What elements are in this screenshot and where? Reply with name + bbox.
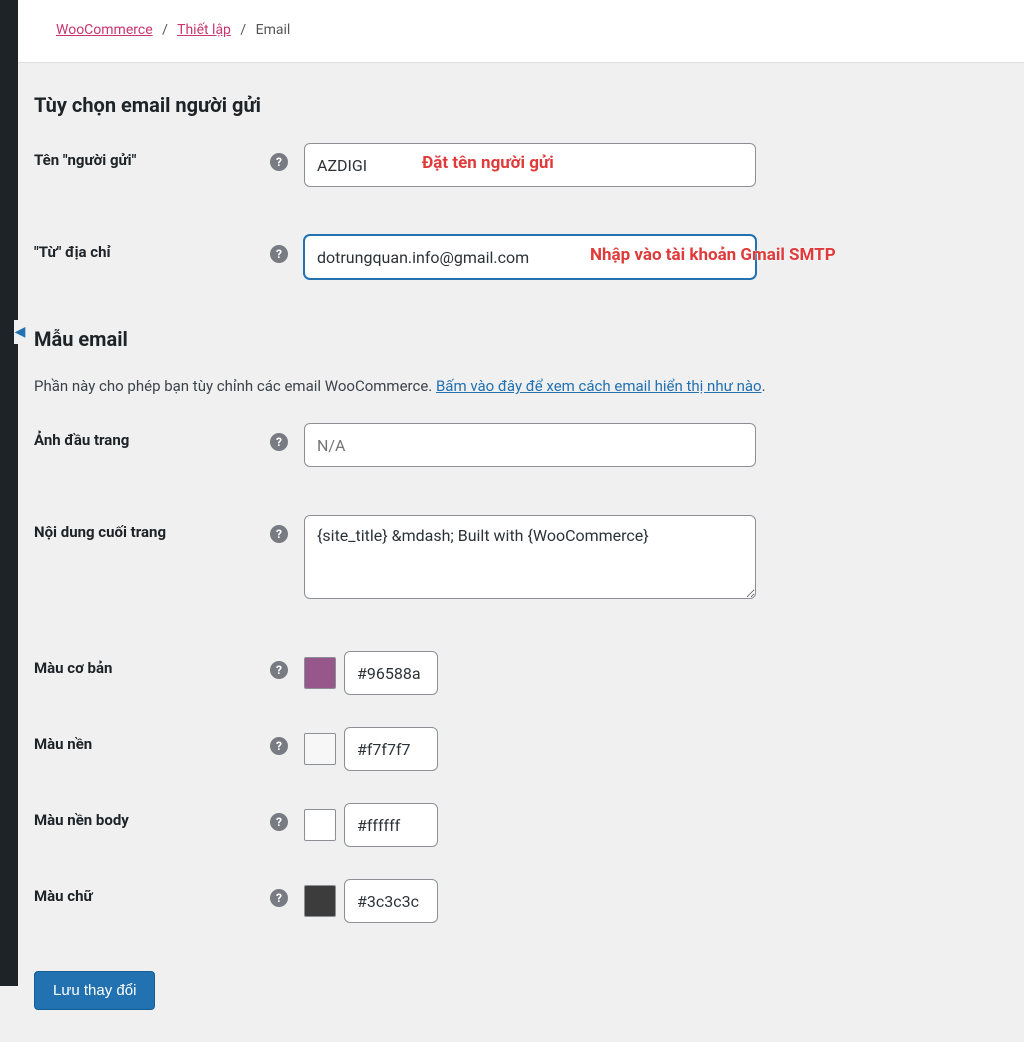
breadcrumb: WooCommerce / Thiết lập / Email xyxy=(18,0,1024,63)
help-icon[interactable]: ? xyxy=(270,889,288,907)
label-from-address: "Từ" địa chỉ xyxy=(34,235,270,261)
label-header-image: Ảnh đầu trang xyxy=(34,423,270,449)
text-color-swatch[interactable] xyxy=(304,885,336,917)
section-sender-options-title: Tùy chọn email người gửi xyxy=(34,93,1008,117)
body-bg-color-swatch[interactable] xyxy=(304,809,336,841)
from-name-input[interactable] xyxy=(304,143,756,187)
save-button[interactable]: Lưu thay đổi xyxy=(34,971,155,1010)
template-desc: Phần này cho phép bạn tùy chỉnh các emai… xyxy=(34,377,1008,395)
footer-text-input[interactable] xyxy=(304,515,756,599)
bg-color-swatch[interactable] xyxy=(304,733,336,765)
from-address-input[interactable] xyxy=(304,235,756,279)
body-bg-color-input[interactable] xyxy=(344,803,438,847)
text-color-input[interactable] xyxy=(344,879,438,923)
help-icon[interactable]: ? xyxy=(270,813,288,831)
settings-content: Tùy chọn email người gửi Tên "người gửi"… xyxy=(18,63,1024,1042)
bg-color-input[interactable] xyxy=(344,727,438,771)
breadcrumb-sep: / xyxy=(162,22,168,38)
help-icon[interactable]: ? xyxy=(270,153,288,171)
row-from-address: "Từ" địa chỉ ? Nhập vào tài khoản Gmail … xyxy=(34,235,1008,279)
base-color-swatch[interactable] xyxy=(304,657,336,689)
admin-sidebar-collapsed: ◀ xyxy=(0,0,18,986)
template-preview-link[interactable]: Bấm vào đây để xem cách email hiển thị n… xyxy=(436,377,762,395)
label-from-name: Tên "người gửi" xyxy=(34,143,270,169)
header-image-input[interactable] xyxy=(304,423,756,467)
help-icon[interactable]: ? xyxy=(270,245,288,263)
section-template-title: Mẫu email xyxy=(34,327,1008,351)
label-text-color: Màu chữ xyxy=(34,879,270,905)
template-desc-suffix: . xyxy=(762,377,766,395)
label-base-color: Màu cơ bản xyxy=(34,651,270,677)
row-body-bg-color: Màu nền body ? xyxy=(34,803,1008,847)
row-header-image: Ảnh đầu trang ? xyxy=(34,423,1008,467)
label-footer-text: Nội dung cuối trang xyxy=(34,515,270,541)
row-base-color: Màu cơ bản ? xyxy=(34,651,1008,695)
help-icon[interactable]: ? xyxy=(270,661,288,679)
row-bg-color: Màu nền ? xyxy=(34,727,1008,771)
breadcrumb-current: Email xyxy=(256,22,291,38)
breadcrumb-woocommerce[interactable]: WooCommerce xyxy=(56,22,153,38)
breadcrumb-settings[interactable]: Thiết lập xyxy=(177,22,231,38)
label-bg-color: Màu nền xyxy=(34,727,270,753)
help-icon[interactable]: ? xyxy=(270,737,288,755)
template-desc-prefix: Phần này cho phép bạn tùy chỉnh các emai… xyxy=(34,377,436,395)
help-icon[interactable]: ? xyxy=(270,433,288,451)
breadcrumb-sep: / xyxy=(240,22,246,38)
label-body-bg-color: Màu nền body xyxy=(34,803,270,829)
sidebar-collapse-toggle[interactable]: ◀ xyxy=(14,320,26,344)
row-footer-text: Nội dung cuối trang ? xyxy=(34,515,1008,603)
row-text-color: Màu chữ ? xyxy=(34,879,1008,923)
base-color-input[interactable] xyxy=(344,651,438,695)
help-icon[interactable]: ? xyxy=(270,525,288,543)
row-from-name: Tên "người gửi" ? Đặt tên người gửi xyxy=(34,143,1008,187)
